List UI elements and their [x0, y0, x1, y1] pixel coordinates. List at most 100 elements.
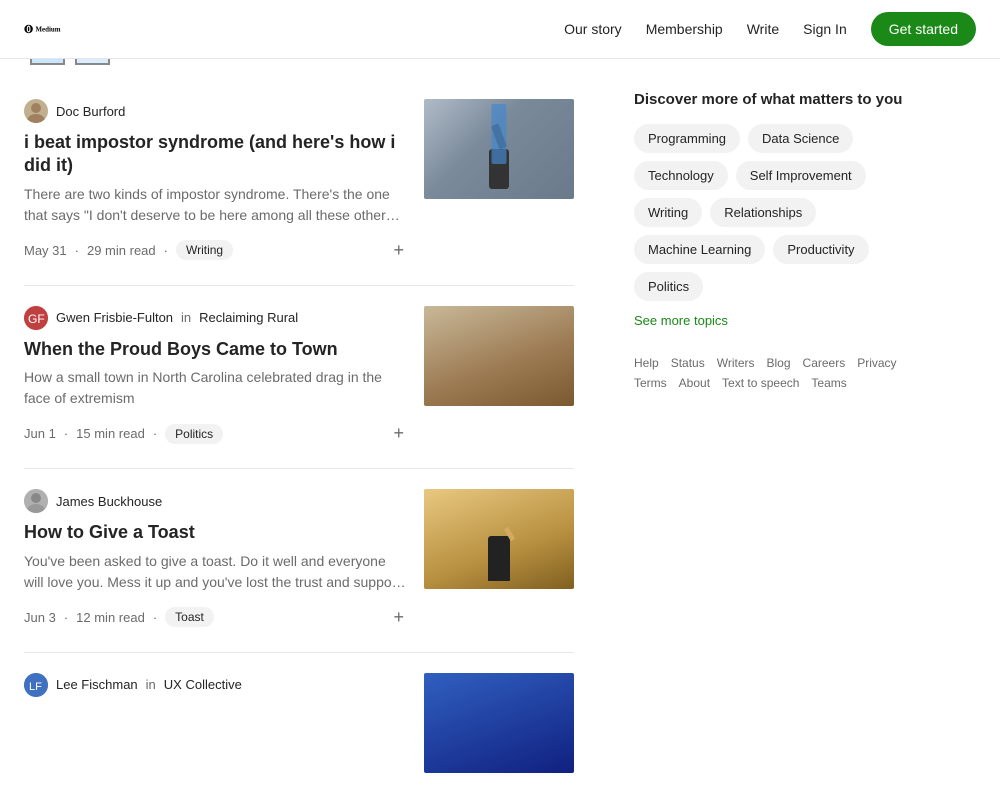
nav-membership[interactable]: Membership: [646, 21, 723, 37]
avatar-img: LF: [24, 673, 48, 697]
topic-writing[interactable]: Writing: [634, 198, 702, 227]
medium-logo-svg: Medium: [24, 14, 99, 44]
article-tag[interactable]: Politics: [165, 424, 223, 444]
author-name[interactable]: Gwen Frisbie-Fulton: [56, 310, 173, 325]
avatar: LF: [24, 673, 48, 697]
topic-programming[interactable]: Programming: [634, 124, 740, 153]
article-card: James Buckhouse How to Give a Toast You'…: [24, 469, 574, 652]
article-image-placeholder: [424, 99, 574, 199]
article-meta: Jun 1 · 15 min read · Politics +: [24, 419, 408, 448]
topic-politics[interactable]: Politics: [634, 272, 703, 301]
logo[interactable]: Medium: [24, 14, 99, 44]
article-tag[interactable]: Toast: [165, 607, 214, 627]
article-title[interactable]: When the Proud Boys Came to Town: [24, 338, 408, 361]
topic-relationships[interactable]: Relationships: [710, 198, 816, 227]
author-name[interactable]: Lee Fischman: [56, 677, 138, 692]
article-author-row: LF Lee Fischman in UX Collective: [24, 673, 408, 697]
article-meta: Jun 3 · 12 min read · Toast +: [24, 603, 408, 632]
footer-text-to-speech[interactable]: Text to speech: [722, 376, 799, 390]
author-name[interactable]: James Buckhouse: [56, 494, 162, 509]
article-image: [424, 489, 574, 589]
sidebar: Discover more of what matters to you Pro…: [614, 59, 914, 793]
article-meta-left: Jun 3 · 12 min read · Toast: [24, 607, 214, 627]
footer-about[interactable]: About: [679, 376, 710, 390]
main-nav: Our story Membership Write Sign In Get s…: [564, 12, 976, 46]
dot: ·: [75, 243, 79, 258]
header: Medium Our story Membership Write Sign I…: [0, 0, 1000, 59]
article-date: Jun 3: [24, 610, 56, 625]
article-author-row: James Buckhouse: [24, 489, 408, 513]
publication-name[interactable]: Reclaiming Rural: [199, 310, 298, 325]
article-image-placeholder: [424, 306, 574, 406]
article-image: [424, 306, 574, 406]
get-started-button[interactable]: Get started: [871, 12, 976, 46]
article-image-placeholder: [424, 489, 574, 589]
article-tag[interactable]: Writing: [176, 240, 233, 260]
discover-section: Discover more of what matters to you Pro…: [634, 91, 914, 328]
topics-grid: Programming Data Science Technology Self…: [634, 124, 914, 301]
avatar-img: GF: [24, 306, 48, 330]
footer-terms[interactable]: Terms: [634, 376, 667, 390]
svg-text:LF: LF: [29, 681, 42, 693]
dot: ·: [64, 610, 68, 625]
pub-separator: in: [146, 677, 156, 692]
article-excerpt: There are two kinds of impostor syndrome…: [24, 184, 408, 226]
svg-text:GF: GF: [28, 312, 45, 326]
topic-data-science[interactable]: Data Science: [748, 124, 853, 153]
article-feed: Doc Burford i beat impostor syndrome (an…: [24, 59, 614, 793]
article-excerpt: How a small town in North Carolina celeb…: [24, 367, 408, 409]
author-name[interactable]: Doc Burford: [56, 104, 125, 119]
svg-text:Medium: Medium: [36, 26, 61, 33]
dot: ·: [64, 426, 68, 441]
publication-name[interactable]: UX Collective: [164, 677, 242, 692]
nav-sign-in[interactable]: Sign In: [803, 21, 847, 37]
avatar: GF: [24, 306, 48, 330]
article-read-time: 29 min read: [87, 243, 156, 258]
article-date: Jun 1: [24, 426, 56, 441]
save-button[interactable]: +: [389, 236, 408, 265]
article-card: LF Lee Fischman in UX Collective: [24, 653, 574, 793]
topic-technology[interactable]: Technology: [634, 161, 728, 190]
topic-productivity[interactable]: Productivity: [773, 235, 868, 264]
article-content: Doc Burford i beat impostor syndrome (an…: [24, 99, 408, 265]
footer-writers[interactable]: Writers: [717, 356, 755, 370]
article-card: GF Gwen Frisbie-Fulton in Reclaiming Rur…: [24, 286, 574, 469]
dot: ·: [153, 610, 157, 625]
avatar-img: [24, 489, 48, 513]
nav-our-story[interactable]: Our story: [564, 21, 622, 37]
article-author-row: GF Gwen Frisbie-Fulton in Reclaiming Rur…: [24, 306, 408, 330]
topic-self-improvement[interactable]: Self Improvement: [736, 161, 866, 190]
article-meta-left: May 31 · 29 min read · Writing: [24, 240, 233, 260]
nav-write[interactable]: Write: [747, 21, 779, 37]
article-image-placeholder: [424, 673, 574, 773]
article-meta-left: Jun 1 · 15 min read · Politics: [24, 424, 223, 444]
footer-status[interactable]: Status: [671, 356, 705, 370]
article-content: James Buckhouse How to Give a Toast You'…: [24, 489, 408, 631]
save-button[interactable]: +: [389, 603, 408, 632]
article-author-row: Doc Burford: [24, 99, 408, 123]
footer-privacy[interactable]: Privacy: [857, 356, 896, 370]
footer-teams[interactable]: Teams: [811, 376, 846, 390]
see-more-topics-link[interactable]: See more topics: [634, 313, 914, 328]
main-container: Doc Burford i beat impostor syndrome (an…: [0, 59, 1000, 793]
article-image: [424, 673, 574, 773]
article-image: [424, 99, 574, 199]
save-button[interactable]: +: [389, 419, 408, 448]
dot: ·: [164, 243, 168, 258]
topic-machine-learning[interactable]: Machine Learning: [634, 235, 765, 264]
article-meta: May 31 · 29 min read · Writing +: [24, 236, 408, 265]
dot: ·: [153, 426, 157, 441]
pub-separator: in: [181, 310, 191, 325]
footer-links-section: Help Status Writers Blog Careers Privacy…: [634, 356, 914, 390]
article-card: Doc Burford i beat impostor syndrome (an…: [24, 79, 574, 286]
footer-blog[interactable]: Blog: [767, 356, 791, 370]
footer-help[interactable]: Help: [634, 356, 659, 370]
decorative-figure: [488, 536, 510, 581]
article-read-time: 15 min read: [76, 426, 145, 441]
footer-careers[interactable]: Careers: [803, 356, 846, 370]
avatar: [24, 99, 48, 123]
article-excerpt: You've been asked to give a toast. Do it…: [24, 551, 408, 593]
article-read-time: 12 min read: [76, 610, 145, 625]
article-title[interactable]: i beat impostor syndrome (and here's how…: [24, 131, 408, 178]
decorative-light: [492, 104, 507, 164]
